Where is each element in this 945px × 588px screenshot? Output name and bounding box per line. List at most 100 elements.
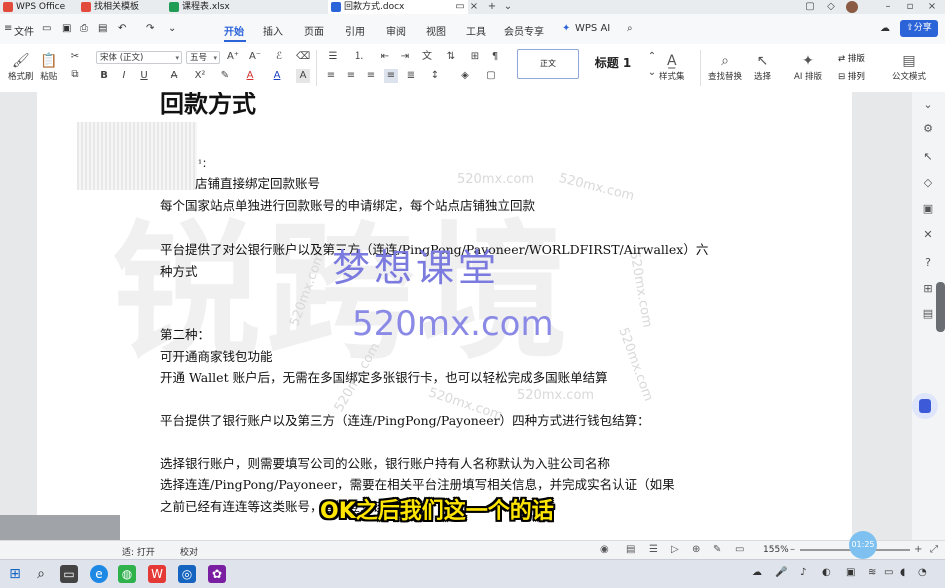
style-set-button[interactable]: A̲ 样式集 bbox=[659, 52, 685, 82]
select-button[interactable]: ↖ 选择 bbox=[754, 52, 771, 82]
zoom-out-icon[interactable]: – bbox=[790, 544, 795, 555]
doc-line[interactable]: 可开通商家钱包功能 bbox=[160, 346, 273, 365]
decrease-indent-icon[interactable]: ⇤ bbox=[378, 50, 392, 64]
copy-icon[interactable]: ⧉ bbox=[68, 68, 82, 82]
tools-icon[interactable]: ✕ bbox=[920, 228, 936, 241]
menu-review[interactable]: 审阅 bbox=[386, 23, 406, 38]
official-mode-button[interactable]: ▤ 公文模式 bbox=[892, 52, 926, 82]
text-effect-icon[interactable]: ℰ bbox=[272, 50, 286, 64]
menu-file[interactable]: 文件 bbox=[14, 23, 34, 38]
hamburger-icon[interactable]: ≡ bbox=[4, 23, 12, 34]
collapse-icon[interactable]: ⌄ bbox=[920, 98, 936, 111]
volume-icon[interactable]: ♪ bbox=[800, 567, 806, 578]
cloud-sync-icon[interactable]: ☁ bbox=[880, 23, 890, 34]
strikethrough-icon[interactable]: A̶ bbox=[167, 69, 181, 83]
save-icon[interactable]: ▣ bbox=[62, 23, 71, 34]
layout-button[interactable]: ⇄ 排版 bbox=[838, 52, 865, 64]
notification-icon[interactable]: ◔ bbox=[918, 567, 927, 578]
cube-icon[interactable]: ◇ bbox=[823, 0, 839, 14]
search-icon[interactable]: ⌕ bbox=[32, 565, 50, 583]
speaker-icon[interactable]: ◖ bbox=[900, 567, 905, 578]
chevron-down-icon[interactable]: ⌄ bbox=[500, 0, 516, 14]
doc-line[interactable]: 选择连连/PingPong/Payoneer，需要在相关平台注册填写相关信息，并… bbox=[160, 474, 675, 493]
redo-icon[interactable]: ↷ bbox=[146, 23, 154, 34]
avatar[interactable] bbox=[846, 1, 858, 13]
menu-insert[interactable]: 插入 bbox=[263, 23, 283, 38]
line-spacing-icon[interactable]: ↕ bbox=[428, 69, 442, 83]
menu-view[interactable]: 视图 bbox=[426, 23, 446, 38]
wechat-icon[interactable]: ◍ bbox=[118, 565, 136, 583]
highlight-icon[interactable]: ✎ bbox=[218, 69, 232, 83]
align-left-icon[interactable]: ≡ bbox=[324, 69, 338, 83]
app-icon-2[interactable]: ✿ bbox=[208, 565, 226, 583]
tile-icon[interactable]: ⊞ bbox=[920, 282, 936, 295]
menu-wps-ai[interactable]: WPS AI bbox=[575, 23, 610, 34]
char-shading-icon[interactable]: A bbox=[296, 69, 310, 83]
chevron-down-icon[interactable]: ⌄ bbox=[168, 23, 176, 34]
doc-line[interactable]: 店铺直接绑定回款账号 bbox=[195, 173, 320, 192]
doc-line[interactable]: 平台提供了银行账户以及第三方（连连/PingPong/Payoneer）四种方式… bbox=[160, 410, 650, 429]
web-icon[interactable]: ⊕ bbox=[692, 544, 700, 555]
folder-icon[interactable]: ▭ bbox=[42, 23, 51, 34]
menu-page[interactable]: 页面 bbox=[304, 23, 324, 38]
help-icon[interactable]: ? bbox=[920, 256, 936, 269]
bullet-list-icon[interactable]: ☰ bbox=[326, 50, 340, 64]
distribute-icon[interactable]: ≣ bbox=[404, 69, 418, 83]
microphone-icon[interactable]: 🎤 bbox=[775, 567, 787, 578]
tab-template[interactable]: 找相关模板 bbox=[78, 0, 162, 14]
list-icon[interactable]: ☰ bbox=[649, 544, 658, 555]
panel-icon[interactable]: ▤ bbox=[920, 307, 936, 320]
doc-line[interactable]: 选择银行账户，则需要填写公司的公账，银行账户持有人名称默认为入驻公司名称 bbox=[160, 453, 610, 472]
doc-line[interactable]: 种方式 bbox=[160, 261, 198, 280]
format-painter-button[interactable]: 🖌 格式刷 bbox=[8, 52, 34, 82]
show-marks-icon[interactable]: ⊞ bbox=[468, 50, 482, 64]
undo-icon[interactable]: ↶ bbox=[118, 23, 126, 34]
tray-app-icon[interactable]: ▣ bbox=[846, 567, 855, 578]
chinese-layout-icon[interactable]: 文 bbox=[420, 50, 434, 64]
cloud-icon[interactable]: ☁ bbox=[752, 567, 762, 578]
sort-icon[interactable]: ⇅ bbox=[444, 50, 458, 64]
doc-line[interactable]: 第二种： bbox=[160, 324, 210, 343]
tab-wps-office[interactable]: WPS Office bbox=[0, 0, 70, 14]
status-open[interactable]: 适: 打开 bbox=[122, 545, 155, 558]
find-replace-button[interactable]: ⌕ 查找替换 bbox=[708, 52, 742, 82]
fit-icon[interactable]: ⤢ bbox=[930, 544, 938, 555]
menu-member[interactable]: 会员专享 bbox=[504, 23, 544, 38]
chevron-up-icon[interactable]: ⌃ bbox=[645, 50, 659, 64]
tray-icon[interactable]: ◐ bbox=[822, 567, 831, 578]
ai-layout-button[interactable]: ✦ AI 排版 bbox=[794, 52, 822, 82]
preview-icon[interactable]: ▤ bbox=[98, 23, 107, 34]
menu-start[interactable]: 开始 bbox=[224, 23, 244, 38]
grow-font-icon[interactable]: A⁺ bbox=[226, 50, 240, 64]
document-page[interactable]: 锐跨境 520mx.com 520mx.com 520mx.com 520mx.… bbox=[37, 92, 852, 540]
task-view-icon[interactable]: ▭ bbox=[60, 565, 78, 583]
battery-icon[interactable]: ▭ bbox=[884, 567, 893, 578]
align-right-icon[interactable]: ≡ bbox=[364, 69, 378, 83]
paste-button[interactable]: 📋 粘贴 bbox=[40, 52, 57, 82]
style-normal[interactable]: 正文 bbox=[517, 49, 579, 79]
scrollbar-thumb[interactable] bbox=[936, 282, 945, 332]
maximize-icon[interactable]: ▫ bbox=[902, 0, 918, 14]
minimize-icon[interactable]: – bbox=[880, 0, 896, 14]
new-tab-icon[interactable]: + bbox=[484, 0, 500, 14]
increase-indent-icon[interactable]: ⇥ bbox=[398, 50, 412, 64]
wps-taskbar-icon[interactable]: W bbox=[148, 565, 166, 583]
sliders-icon[interactable]: ⚙ bbox=[920, 122, 936, 135]
border-icon[interactable]: ▢ bbox=[484, 69, 498, 83]
chevron-down-icon[interactable]: ⌄ bbox=[645, 66, 659, 80]
italic-icon[interactable]: I bbox=[117, 69, 131, 83]
zoom-level[interactable]: 155% bbox=[763, 545, 789, 555]
app-icon[interactable]: ◎ bbox=[178, 565, 196, 583]
clear-format-icon[interactable]: ⌫ bbox=[296, 50, 310, 64]
floating-assistant-button[interactable] bbox=[912, 393, 938, 419]
play-icon[interactable]: ▷ bbox=[671, 544, 679, 555]
read-mode-icon[interactable]: ▭ bbox=[735, 544, 744, 555]
highlight-color-icon[interactable]: A bbox=[243, 69, 257, 83]
cut-icon[interactable]: ✂ bbox=[68, 50, 82, 64]
page-view-icon[interactable]: ▤ bbox=[626, 544, 635, 555]
shape-icon[interactable]: ◇ bbox=[920, 176, 936, 189]
doc-line[interactable]: 每个国家站点单独进行回款账号的申请绑定，每个站点店铺独立回款 bbox=[160, 195, 535, 214]
tab-document[interactable]: 回款方式.docx bbox=[328, 0, 468, 14]
underline-icon[interactable]: U bbox=[137, 69, 151, 83]
pen-icon[interactable]: ✎ bbox=[713, 544, 721, 555]
